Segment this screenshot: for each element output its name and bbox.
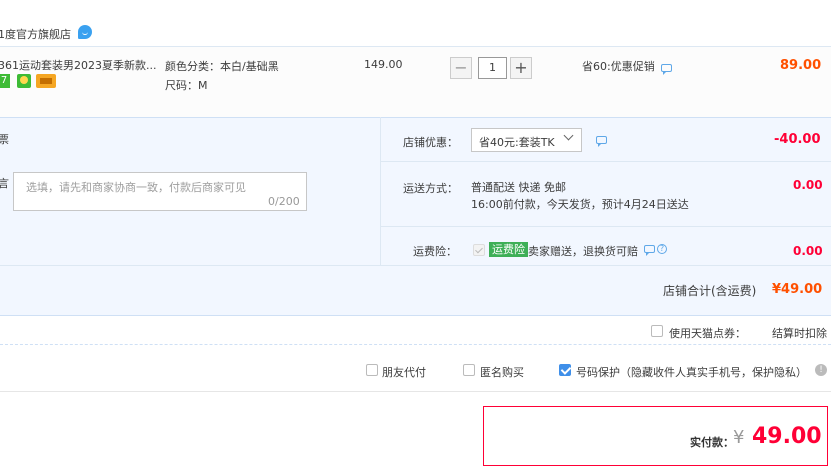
unit-price: 149.00	[364, 58, 403, 71]
insurance-amount: 0.00	[793, 244, 823, 258]
sku-color: 颜色分类：本白/基础黑	[165, 60, 279, 73]
item-title[interactable]: 361运动套装男2023夏季新款...	[0, 57, 156, 73]
store-total-label: 店铺合计(含运费)	[663, 284, 757, 298]
sku-size: 尺码：M	[165, 79, 208, 92]
panel-divider	[380, 117, 381, 265]
item-subtotal: 89.00	[780, 58, 822, 73]
insurance-label: 运费险：	[413, 245, 457, 258]
number-protect-label: 号码保护（隐藏收件人真实手机号，保护隐私）	[576, 366, 807, 379]
number-protect-checkbox[interactable]	[559, 364, 571, 376]
card-payment-badge-icon	[36, 74, 56, 88]
payment-label: 实付款：	[690, 436, 734, 449]
service-badge-number: 7	[0, 74, 10, 88]
tmall-points-checkbox[interactable]	[651, 325, 663, 337]
store-total-amount: ¥49.00	[772, 282, 823, 297]
section-divider	[0, 391, 831, 392]
quantity-input[interactable]: 1	[478, 57, 507, 79]
tmall-points-note: 结算时扣除	[772, 327, 827, 340]
coupon-comment-icon[interactable]	[596, 136, 607, 147]
promo-text: 省60:优惠促销	[582, 60, 655, 73]
friend-pay-label: 朋友代付	[382, 366, 426, 379]
panel-row-divider	[381, 161, 831, 162]
promo-comment-icon[interactable]	[661, 64, 672, 75]
anonymous-checkbox[interactable]	[463, 364, 475, 376]
shipping-amount: 0.00	[793, 178, 823, 192]
help-icon[interactable]: ?	[657, 244, 667, 254]
guarantee-badge-icon	[17, 74, 31, 88]
buyer-note-placeholder: 选填，请先和商家协商一致，付款后商家可见	[26, 181, 246, 194]
shipping-method: 普通配送 快递 免邮	[471, 181, 566, 194]
quantity-minus-button[interactable]: −	[450, 57, 472, 79]
quantity-plus-button[interactable]: +	[510, 57, 532, 79]
note-label: 言	[0, 177, 9, 190]
friend-pay-checkbox[interactable]	[366, 364, 378, 376]
anonymous-label: 匿名购买	[480, 366, 524, 379]
shipping-label: 运送方式：	[403, 182, 458, 195]
panel-bottom-divider	[0, 265, 831, 266]
insurance-checkbox	[473, 244, 485, 256]
panel-row-divider	[381, 226, 831, 227]
buyer-note-count: 0/200	[268, 195, 300, 208]
invoice-label: 票	[0, 133, 9, 146]
coupon-label: 店铺优惠：	[403, 136, 458, 149]
tmall-points-label: 使用天猫点券：	[669, 327, 746, 340]
coupon-amount: -40.00	[774, 132, 821, 147]
payment-amount: 49.00	[752, 424, 822, 449]
coupon-selected-value: 省40元:套装TK	[479, 136, 555, 149]
insurance-tag: 运费险	[489, 242, 528, 257]
wangwang-chat-icon[interactable]	[78, 25, 92, 39]
insurance-comment-icon[interactable]	[644, 245, 655, 256]
store-name[interactable]: 1度官方旗舰店	[0, 26, 71, 42]
section-divider	[0, 344, 831, 345]
payment-currency: ¥	[733, 427, 745, 448]
shipping-detail: 16:00前付款，今天发货，预计4月24日送达	[471, 198, 689, 211]
insurance-text: 卖家赠送，退换货可赔	[528, 245, 638, 258]
info-icon[interactable]: !	[815, 364, 827, 376]
